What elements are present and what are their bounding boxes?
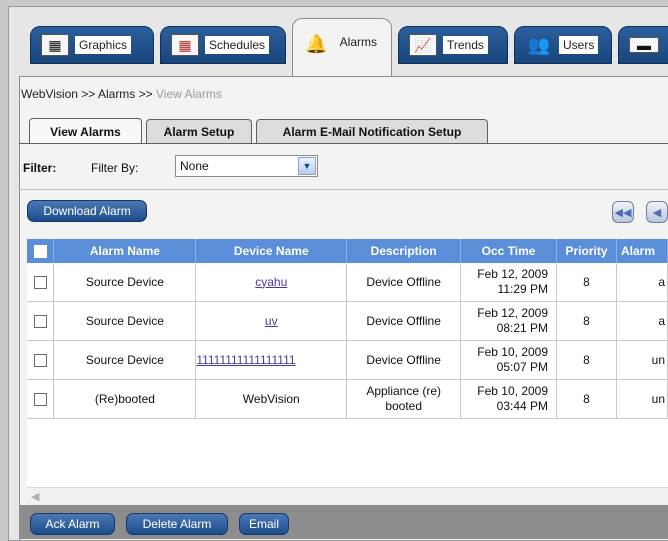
row-select-cell[interactable]	[27, 340, 55, 380]
first-page-icon[interactable]: ◀◀	[612, 201, 634, 223]
breadcrumb-alarms[interactable]: Alarms	[98, 87, 135, 101]
breadcrumb-current: View Alarms	[156, 87, 222, 101]
users-icon: 👥	[527, 35, 551, 55]
select-all-cell[interactable]	[27, 239, 55, 263]
priority-cell: 8	[556, 263, 617, 302]
column-description[interactable]: Description	[346, 239, 462, 263]
alarm-name-cell: Source Device	[53, 263, 197, 302]
occ-time-cell: Feb 10, 2009 05:07 PM	[460, 340, 558, 380]
tab-trends[interactable]: 📈 Trends	[398, 26, 508, 64]
device-name-cell: WebVision	[195, 379, 348, 419]
row-select-cell[interactable]	[27, 379, 55, 419]
filter-label: Filter:	[23, 161, 57, 175]
scroll-left-icon[interactable]: ◀	[31, 490, 39, 503]
occ-time: 03:44 PM	[496, 399, 549, 413]
tab-users-label: Users	[559, 36, 599, 54]
delete-alarm-button[interactable]: Delete Alarm	[126, 513, 228, 535]
breadcrumb-root[interactable]: WebVision	[21, 87, 78, 101]
tab-alarms[interactable]: 🔔 Alarms	[292, 18, 392, 76]
description-cell: Appliance (re) booted	[346, 379, 462, 419]
alarm-name-cell: (Re)booted	[53, 379, 197, 419]
occ-time: 11:29 PM	[497, 282, 549, 296]
filter-divider	[19, 189, 668, 190]
alarm-name-cell: Source Device	[53, 301, 197, 341]
device-name-cell: 11111111111111111	[195, 340, 348, 380]
table-row[interactable]: (Re)booted WebVision Appliance (re) boot…	[27, 379, 668, 419]
column-alarm[interactable]: Alarm	[616, 239, 668, 263]
download-alarm-button[interactable]: Download Alarm	[27, 200, 147, 222]
filter-by-select[interactable]: None ▼	[175, 155, 318, 177]
trend-chart-icon: 📈	[409, 34, 437, 56]
occ-time-cell: Feb 12, 2009 08:21 PM	[460, 301, 558, 341]
occ-date: Feb 10, 2009	[477, 384, 549, 398]
column-device-name[interactable]: Device Name	[195, 239, 348, 263]
occ-time: 05:07 PM	[496, 360, 549, 374]
tab-schedules[interactable]: ▦ Schedules	[160, 26, 286, 64]
breadcrumb-separator: >>	[138, 87, 153, 101]
table-header-row: Alarm Name Device Name Description Occ T…	[27, 239, 668, 263]
priority-cell: 8	[556, 379, 617, 419]
occ-date: Feb 12, 2009	[477, 306, 549, 320]
priority-cell: 8	[556, 340, 617, 380]
subtab-divider	[19, 143, 668, 144]
subtab-view-alarms[interactable]: View Alarms	[29, 118, 142, 144]
table-row[interactable]: Source Device uv Device Offline Feb 12, …	[27, 301, 668, 341]
alarm-status-cell: un	[616, 379, 668, 419]
row-checkbox[interactable]	[33, 392, 47, 406]
row-select-cell[interactable]	[27, 301, 55, 341]
tab-trends-label: Trends	[443, 36, 488, 54]
breadcrumb: WebVision >> Alarms >> View Alarms	[21, 87, 222, 101]
alarm-table: Alarm Name Device Name Description Occ T…	[27, 239, 668, 419]
device-link[interactable]: cyahu	[255, 275, 287, 289]
description-cell: Device Offline	[346, 340, 462, 380]
calendar-icon: ▦	[171, 34, 199, 56]
tab-schedules-label: Schedules	[205, 36, 270, 54]
tab-users[interactable]: 👥 Users	[514, 26, 612, 64]
occ-time-cell: Feb 12, 2009 11:29 PM	[460, 263, 558, 302]
action-bar	[19, 505, 668, 539]
occ-time-cell: Feb 10, 2009 03:44 PM	[460, 379, 558, 419]
tab-graphics[interactable]: ▦ Graphics	[30, 26, 154, 64]
device-link[interactable]: 11111111111111111	[196, 353, 295, 367]
alarm-status-cell: a	[616, 263, 668, 302]
subtab-alarm-setup[interactable]: Alarm Setup	[146, 119, 252, 143]
device-name-cell: cyahu	[195, 263, 348, 302]
chevron-down-icon[interactable]: ▼	[298, 157, 316, 175]
occ-date: Feb 12, 2009	[477, 267, 549, 281]
device-link[interactable]: uv	[265, 314, 278, 328]
priority-cell: 8	[556, 301, 617, 341]
select-all-checkbox[interactable]	[33, 245, 47, 259]
ack-alarm-button[interactable]: Ack Alarm	[30, 513, 115, 535]
row-checkbox[interactable]	[33, 314, 47, 328]
previous-page-icon[interactable]: ◀	[646, 201, 668, 223]
row-checkbox[interactable]	[33, 275, 47, 289]
description-cell: Device Offline	[346, 301, 462, 341]
table-row[interactable]: Source Device 11111111111111111 Device O…	[27, 340, 668, 380]
horizontal-scrollbar[interactable]: ◀	[27, 487, 668, 505]
breadcrumb-separator: >>	[81, 87, 96, 101]
occ-date: Feb 10, 2009	[477, 345, 549, 359]
alarm-status-cell: un	[616, 340, 668, 380]
tab-graphics-label: Graphics	[75, 36, 132, 54]
table-row[interactable]: Source Device cyahu Device Offline Feb 1…	[27, 263, 668, 302]
device-name-cell: uv	[195, 301, 348, 341]
appliance-icon: ▬	[629, 37, 659, 53]
description-cell: Device Offline	[346, 263, 462, 302]
alarm-name-cell: Source Device	[53, 340, 197, 380]
row-select-cell[interactable]	[27, 263, 55, 302]
graphics-icon: ▦	[41, 34, 69, 56]
occ-time: 08:21 PM	[496, 321, 549, 335]
bell-icon: 🔔	[305, 34, 328, 54]
column-alarm-name[interactable]: Alarm Name	[53, 239, 197, 263]
email-button[interactable]: Email	[239, 513, 289, 535]
column-occ-time[interactable]: Occ Time	[460, 239, 558, 263]
filter-by-label: Filter By:	[91, 161, 139, 175]
column-priority[interactable]: Priority	[556, 239, 617, 263]
tab-alarms-label: Alarms	[339, 35, 377, 49]
row-checkbox[interactable]	[33, 353, 47, 367]
alarm-status-cell: a	[616, 301, 668, 341]
filter-by-value: None	[180, 159, 209, 173]
tab-appliance[interactable]: ▬	[618, 26, 668, 64]
subtab-email-notification-setup[interactable]: Alarm E-Mail Notification Setup	[256, 119, 488, 143]
